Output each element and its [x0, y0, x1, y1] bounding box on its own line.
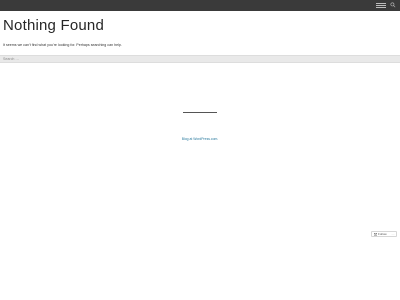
- not-found-message: It seems we can’t find what you’re looki…: [3, 43, 122, 47]
- footer-credit: Blog at WordPress.com.: [0, 137, 400, 142]
- follow-label: Follow: [378, 232, 387, 237]
- page: Nothing Found It seems we can’t find wha…: [0, 0, 400, 300]
- footer-divider: [183, 112, 217, 113]
- search-form: [0, 55, 400, 63]
- search-input[interactable]: [3, 56, 395, 62]
- page-title: Nothing Found: [3, 17, 105, 34]
- top-bar: [0, 0, 400, 11]
- follow-button[interactable]: Follow ···: [371, 231, 397, 237]
- follow-more-icon[interactable]: ···: [392, 232, 395, 236]
- wordpress-credit-link[interactable]: Blog at WordPress.com.: [182, 137, 219, 141]
- wordpress-follow-icon: [374, 233, 377, 236]
- search-icon[interactable]: [390, 2, 396, 8]
- hamburger-menu-icon[interactable]: [376, 1, 388, 10]
